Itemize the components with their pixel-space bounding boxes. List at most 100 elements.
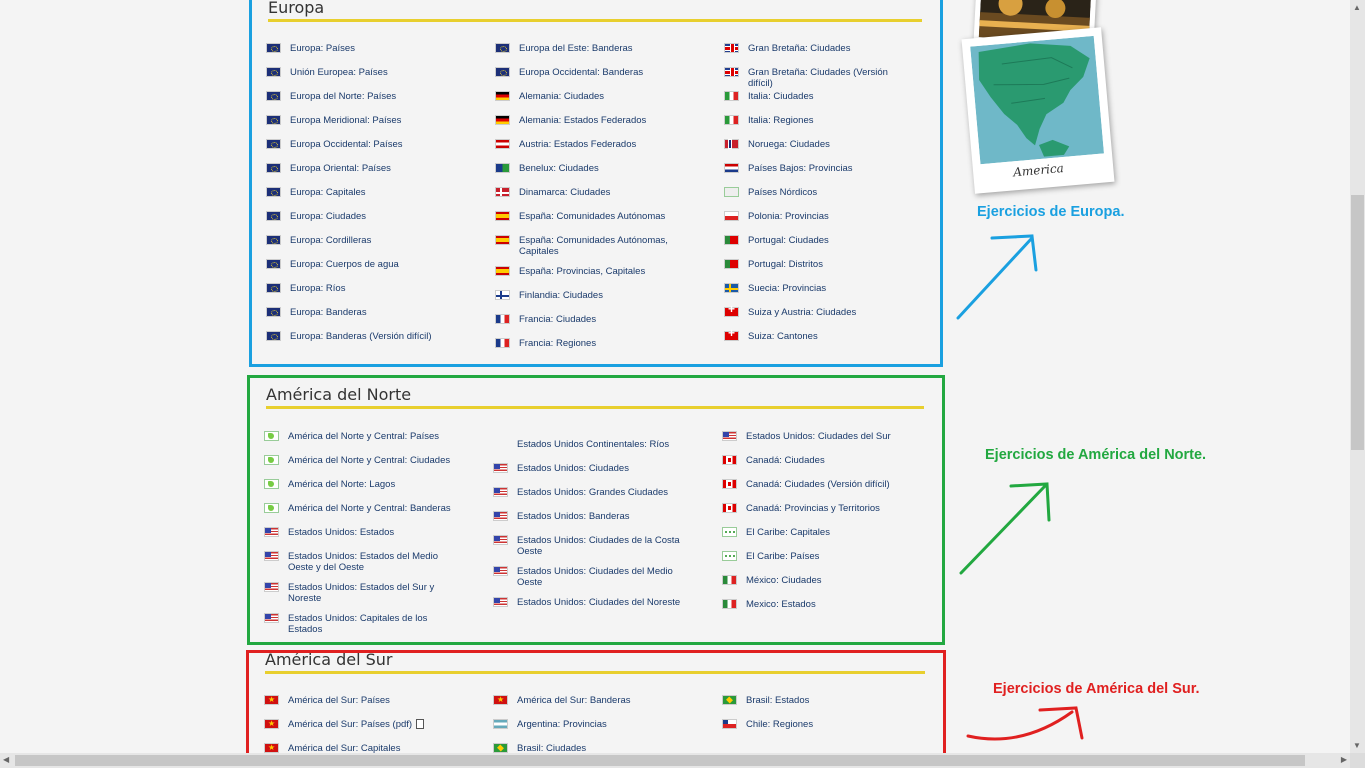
flag-mx-icon bbox=[722, 599, 737, 609]
flag-ar-icon bbox=[493, 719, 508, 729]
exercise-label: América del Sur: Países bbox=[288, 695, 390, 706]
exercise-link[interactable]: España: Comunidades Autónomas, Capitales bbox=[495, 235, 685, 257]
exercise-link[interactable]: Estados Unidos: Ciudades del Noreste bbox=[493, 597, 683, 608]
horizontal-scrollbar[interactable]: ◀ ▶ bbox=[0, 753, 1350, 768]
scroll-left-icon[interactable]: ◀ bbox=[3, 755, 9, 764]
exercise-link[interactable]: América del Norte y Central: Ciudades bbox=[264, 455, 454, 466]
exercise-link[interactable]: Italia: Ciudades bbox=[724, 91, 914, 102]
exercise-link[interactable]: Europa Occidental: Países bbox=[266, 139, 456, 150]
exercise-label: España: Comunidades Autónomas bbox=[519, 211, 666, 222]
exercise-link[interactable]: Benelux: Ciudades bbox=[495, 163, 685, 174]
flag-eu-icon bbox=[266, 331, 281, 341]
exercise-link[interactable]: Europa del Este: Banderas bbox=[495, 43, 685, 54]
section-title-norte: América del Norte bbox=[266, 385, 412, 404]
flag-pt-icon bbox=[724, 259, 739, 269]
exercise-link[interactable]: Canadá: Provincias y Territorios bbox=[722, 503, 912, 514]
scroll-up-icon[interactable]: ▲ bbox=[1353, 3, 1361, 12]
exercise-link[interactable]: El Caribe: Capitales bbox=[722, 527, 912, 538]
exercise-link[interactable]: Europa Oriental: Países bbox=[266, 163, 456, 174]
exercise-link[interactable]: Países Bajos: Provincias bbox=[724, 163, 914, 174]
exercise-link[interactable]: Europa: Cordilleras bbox=[266, 235, 456, 246]
exercise-link[interactable]: España: Provincias, Capitales bbox=[495, 266, 685, 277]
exercise-link[interactable]: Estados Unidos: Ciudades del Sur bbox=[722, 431, 912, 442]
exercise-link[interactable]: América del Sur: Países bbox=[264, 694, 454, 706]
scroll-right-icon[interactable]: ▶ bbox=[1341, 755, 1347, 764]
exercise-label: América del Norte y Central: Países bbox=[288, 431, 440, 442]
flag-eu-icon bbox=[266, 187, 281, 197]
exercise-link[interactable]: Estados Unidos: Ciudades del Medio Oeste bbox=[493, 566, 683, 588]
exercise-link[interactable]: Noruega: Ciudades bbox=[724, 139, 914, 150]
exercise-link[interactable]: Francia: Regiones bbox=[495, 338, 685, 349]
exercise-link[interactable]: Canadá: Ciudades (Versión difícil) bbox=[722, 479, 912, 490]
exercise-link[interactable]: Argentina: Provincias bbox=[493, 719, 683, 730]
flag-sa-icon bbox=[493, 694, 508, 705]
exercise-link[interactable]: Países Nórdicos bbox=[724, 187, 914, 198]
exercise-label: Alemania: Ciudades bbox=[519, 91, 605, 102]
flag-nord-icon bbox=[724, 187, 739, 197]
exercise-link[interactable]: Europa: Ciudades bbox=[266, 211, 456, 222]
pdf-file-icon[interactable] bbox=[416, 719, 425, 729]
flag-br-icon bbox=[722, 695, 737, 705]
exercise-label: Europa: Capitales bbox=[290, 187, 366, 198]
vertical-scrollbar[interactable]: ▲ ▼ bbox=[1350, 0, 1365, 753]
flag-car-icon bbox=[722, 527, 737, 537]
exercise-link[interactable]: Unión Europea: Países bbox=[266, 67, 456, 78]
exercise-link[interactable]: Estados Unidos: Ciudades bbox=[493, 463, 683, 474]
exercise-link[interactable]: Europa: Capitales bbox=[266, 187, 456, 198]
exercise-link[interactable]: Europa: Países bbox=[266, 43, 456, 54]
exercise-link[interactable]: Brasil: Estados bbox=[722, 695, 912, 706]
exercise-link[interactable]: Gran Bretaña: Ciudades (Versión difícil) bbox=[724, 67, 914, 89]
exercise-link[interactable]: El Caribe: Países bbox=[722, 551, 912, 562]
exercise-label: Polonia: Provincias bbox=[748, 211, 829, 222]
exercise-link[interactable]: Dinamarca: Ciudades bbox=[495, 187, 685, 198]
exercise-link[interactable]: Alemania: Ciudades bbox=[495, 91, 685, 102]
vertical-scroll-thumb[interactable] bbox=[1351, 195, 1364, 450]
scroll-down-icon[interactable]: ▼ bbox=[1353, 741, 1361, 750]
exercise-link[interactable]: Alemania: Estados Federados bbox=[495, 115, 685, 126]
exercise-link[interactable]: Estados Unidos: Grandes Ciudades bbox=[493, 487, 683, 498]
exercise-link[interactable]: Europa Occidental: Banderas bbox=[495, 67, 685, 78]
exercise-link[interactable]: América del Norte y Central: Países bbox=[264, 431, 454, 442]
exercise-link[interactable]: Austria: Estados Federados bbox=[495, 139, 685, 150]
exercise-link[interactable]: Chile: Regiones bbox=[722, 719, 912, 730]
exercise-link[interactable]: Estados Unidos: Estados bbox=[264, 527, 454, 538]
exercise-link[interactable]: América del Sur: Países (pdf) bbox=[264, 718, 454, 730]
exercise-link[interactable]: España: Comunidades Autónomas bbox=[495, 211, 685, 222]
exercise-label: Estados Unidos: Estados bbox=[288, 527, 395, 538]
exercise-link[interactable]: Estados Unidos: Capitales de los Estados bbox=[264, 613, 454, 635]
exercise-link[interactable]: Estados Unidos: Banderas bbox=[493, 511, 683, 522]
exercise-link[interactable]: América del Norte y Central: Banderas bbox=[264, 503, 454, 514]
exercise-link[interactable]: Europa del Norte: Países bbox=[266, 91, 456, 102]
exercise-link[interactable]: Estados Unidos Continentales: Ríos bbox=[493, 439, 683, 450]
exercise-link[interactable]: América del Sur: Banderas bbox=[493, 694, 683, 706]
exercise-label: Mexico: Estados bbox=[746, 599, 816, 610]
exercise-link[interactable]: Estados Unidos: Estados del Sur y Norest… bbox=[264, 582, 454, 604]
flag-es-icon bbox=[495, 211, 510, 221]
exercise-label: América del Norte: Lagos bbox=[288, 479, 396, 490]
exercise-link[interactable]: Suecia: Provincias bbox=[724, 283, 914, 294]
exercise-link[interactable]: Suiza y Austria: Ciudades bbox=[724, 304, 914, 318]
exercise-link[interactable]: América del Norte: Lagos bbox=[264, 479, 454, 490]
exercise-link[interactable]: Europa: Ríos bbox=[266, 283, 456, 294]
exercise-link[interactable]: Portugal: Distritos bbox=[724, 259, 914, 270]
exercise-link[interactable]: Mexico: Estados bbox=[722, 599, 912, 610]
exercise-link[interactable]: Suiza: Cantones bbox=[724, 328, 914, 342]
exercise-label: Suiza: Cantones bbox=[748, 331, 818, 342]
horizontal-scroll-thumb[interactable] bbox=[15, 755, 1305, 766]
exercise-link[interactable]: Portugal: Ciudades bbox=[724, 235, 914, 246]
exercise-link[interactable]: Estados Unidos: Ciudades de la Costa Oes… bbox=[493, 535, 683, 557]
exercise-link[interactable]: México: Ciudades bbox=[722, 575, 912, 586]
exercise-link[interactable]: Francia: Ciudades bbox=[495, 314, 685, 325]
exercise-link[interactable]: Europa Meridional: Países bbox=[266, 115, 456, 126]
exercise-link[interactable]: Polonia: Provincias bbox=[724, 211, 914, 222]
exercise-link[interactable]: Finlandia: Ciudades bbox=[495, 290, 685, 301]
exercise-link[interactable]: Canadá: Ciudades bbox=[722, 455, 912, 466]
exercise-label: México: Ciudades bbox=[746, 575, 822, 586]
exercise-link[interactable]: Gran Bretaña: Ciudades bbox=[724, 43, 914, 54]
exercise-label: Unión Europea: Países bbox=[290, 67, 388, 78]
exercise-link[interactable]: Italia: Regiones bbox=[724, 115, 914, 126]
exercise-link[interactable]: Estados Unidos: Estados del Medio Oeste … bbox=[264, 551, 454, 573]
exercise-link[interactable]: Europa: Banderas bbox=[266, 307, 456, 318]
exercise-link[interactable]: Europa: Banderas (Versión difícil) bbox=[266, 331, 456, 342]
exercise-link[interactable]: Europa: Cuerpos de agua bbox=[266, 259, 456, 270]
